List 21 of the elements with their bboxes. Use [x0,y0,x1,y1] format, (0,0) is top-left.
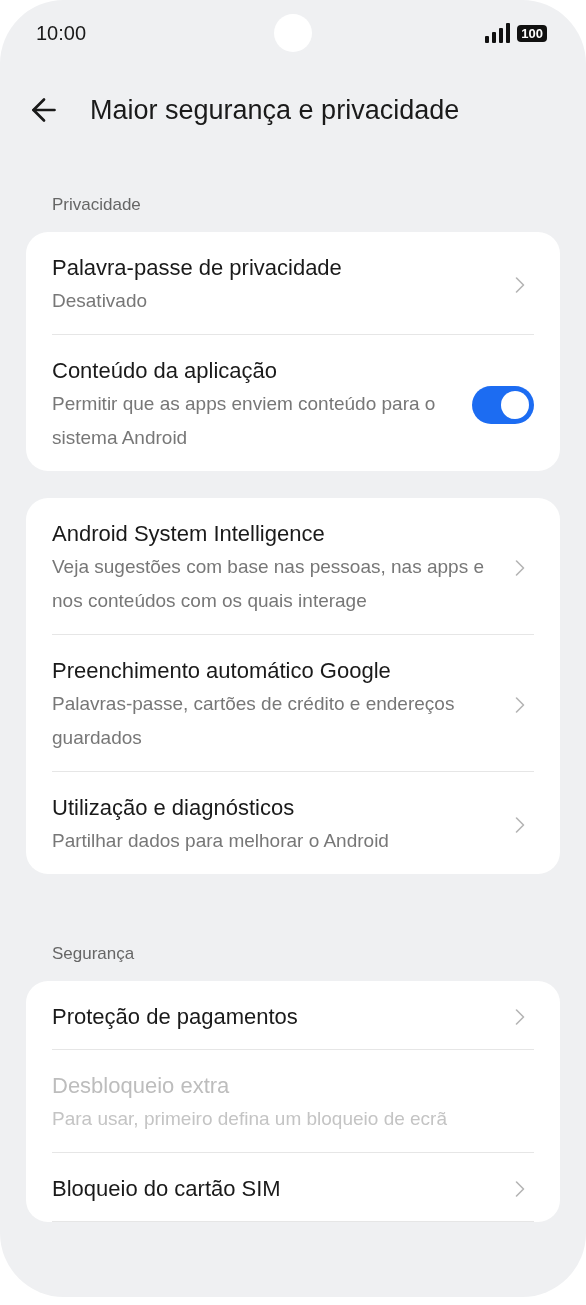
setting-title[interactable]: Android System Intelligence [52,518,490,550]
section-label: Segurança [51,943,136,965]
setting-title[interactable]: Preenchimento automático Google [52,655,490,687]
setting-description: Para usar, primeiro defina um bloqueio de ecrã [52,1107,448,1131]
page-title: Maior segurança e privacidade [90,94,460,126]
setting-title: Desbloqueio extra [52,1072,231,1100]
section-label: Privacidade [51,194,142,216]
setting-description: Partilhar dados para melhorar o Android [52,829,390,853]
setting-title[interactable]: Palavra-passe de privacidade [52,252,490,284]
signal-icon [485,23,512,43]
setting-title[interactable]: Proteção de pagamentos [52,1001,490,1033]
setting-description: Permitir que as apps enviem conteúdo para o sistema Android [52,392,437,450]
setting-description: Desativado [52,289,149,313]
toggle-switch[interactable] [472,386,534,424]
setting-description: Palavras-passe, cartões de crédito e endereços guardados [52,692,456,750]
setting-description: Veja sugestões com base nas pessoas, nas apps e nos conteúdos com os quais interage [52,555,485,613]
setting-title[interactable]: Conteúdo da aplicação [52,355,456,387]
setting-title[interactable]: Utilização e diagnósticos [52,792,490,824]
battery-level: 100 [517,24,547,42]
status-time: 10:00 [36,21,87,45]
setting-title[interactable]: Bloqueio do cartão SIM [52,1173,490,1205]
